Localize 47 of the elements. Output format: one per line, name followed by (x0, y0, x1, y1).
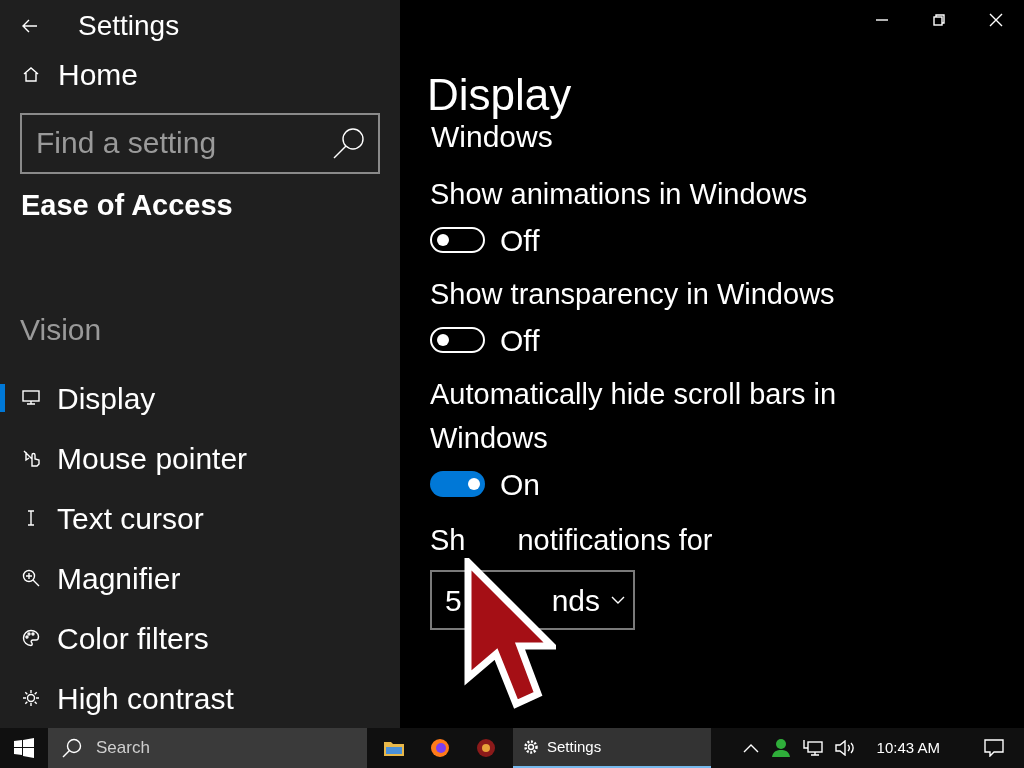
palette-icon (22, 629, 40, 647)
window-title: Settings (78, 8, 180, 43)
setting-label: Automatically hide scroll bars in Windows (430, 377, 838, 456)
chevron-down-icon (611, 596, 625, 604)
speaker-icon[interactable] (834, 740, 855, 756)
setting-label: Show animations in Windows (430, 177, 809, 212)
gear-icon (523, 739, 539, 755)
windows-logo-icon (14, 738, 34, 758)
setting-label: Sh (430, 523, 466, 559)
section-heading: Ease of Access (21, 187, 234, 223)
folder-icon (384, 740, 404, 756)
restore-icon (932, 14, 945, 26)
magnifier-icon (22, 569, 40, 587)
search-icon (332, 125, 366, 160)
search-field[interactable]: Find a setting (20, 112, 380, 174)
display-icon (22, 389, 40, 407)
chevron-up-icon[interactable] (742, 743, 759, 753)
nav-item[interactable]: Mouse pointer (0, 428, 400, 488)
nav-item[interactable]: Color filters (0, 608, 400, 668)
nav-item[interactable]: Text cursor (0, 488, 400, 548)
home-link[interactable]: Home (0, 51, 400, 97)
setting-label: Show transparency in Windows (430, 277, 836, 312)
person-icon[interactable] (770, 738, 791, 758)
clock[interactable]: 10:43 AM (872, 728, 944, 768)
taskbar-app[interactable]: Settings (513, 728, 711, 768)
page-title: Display (427, 70, 573, 120)
speech-bubble-icon (984, 739, 1004, 757)
minimize-icon (875, 19, 888, 21)
nav-item[interactable]: Magnifier (0, 548, 400, 608)
back-arrow-icon[interactable] (22, 18, 38, 33)
taskbar-search[interactable]: Search (48, 728, 367, 768)
toggle-state-label: On (500, 466, 541, 503)
toggle-switch[interactable] (430, 227, 485, 253)
nav-item[interactable]: High contrast (0, 668, 400, 728)
toggle-state-label: Off (500, 222, 540, 259)
toggle-switch[interactable] (430, 327, 485, 353)
brightness-icon (22, 689, 40, 707)
toggle-state-label: Off (500, 322, 540, 359)
group-heading: Vision (20, 312, 103, 348)
setting-label: notifications for (517, 523, 713, 559)
home-icon (22, 66, 40, 82)
toggle-switch[interactable] (430, 471, 485, 497)
nav-item[interactable]: Display (0, 368, 400, 428)
section-heading: Windows (431, 120, 553, 154)
network-icon[interactable] (802, 739, 823, 757)
globe-icon (430, 738, 450, 758)
close-icon (988, 13, 1003, 27)
